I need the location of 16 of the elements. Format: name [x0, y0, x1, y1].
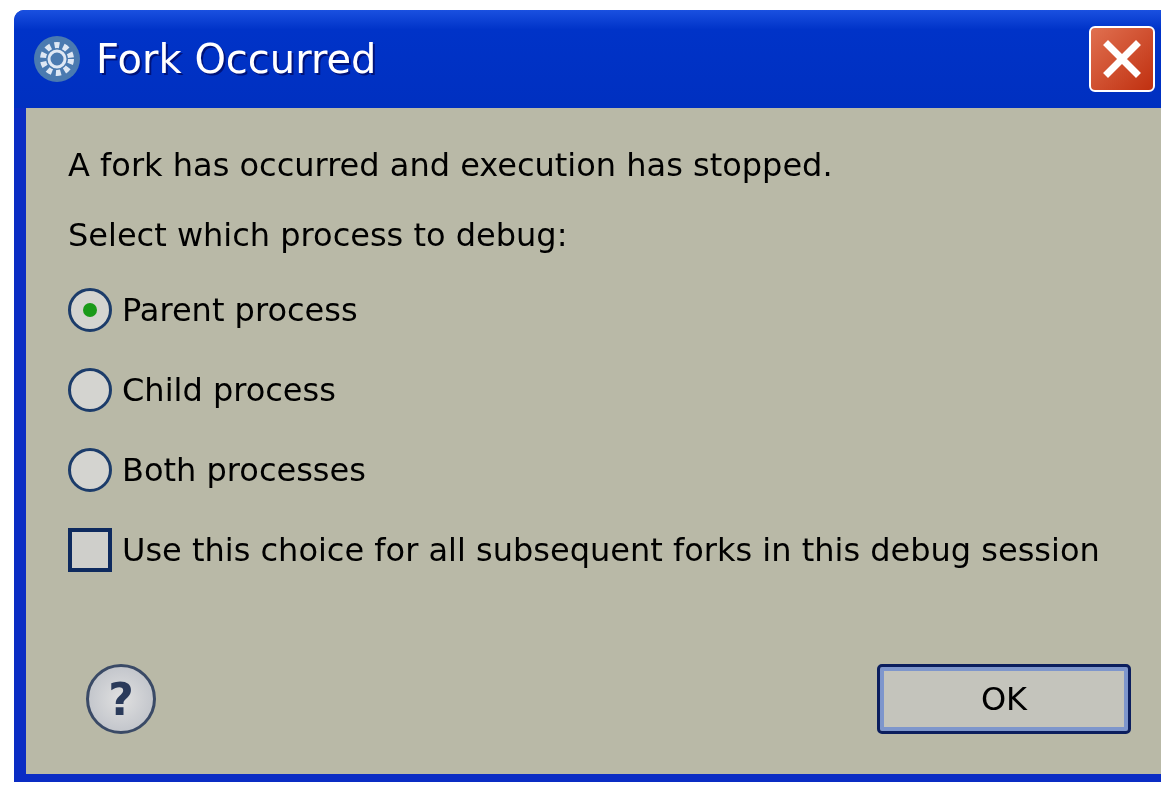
checkbox-label: Use this choice for all subsequent forks in this debug session: [122, 531, 1100, 569]
radio-button[interactable]: [68, 368, 112, 412]
gear-icon: [32, 34, 82, 84]
radio-label: Parent process: [122, 291, 358, 329]
ok-button[interactable]: OK: [877, 664, 1131, 734]
radio-label: Child process: [122, 371, 336, 409]
radio-button[interactable]: [68, 448, 112, 492]
window-title: Fork Occurred: [96, 36, 378, 82]
checkbox[interactable]: [68, 528, 112, 572]
message-text: A fork has occurred and execution has stopped.: [68, 146, 834, 184]
prompt-text: Select which process to debug:: [68, 216, 569, 254]
close-icon: [1102, 39, 1142, 79]
help-button[interactable]: ?: [86, 664, 156, 734]
radio-button[interactable]: [68, 288, 112, 332]
close-button[interactable]: [1089, 26, 1155, 92]
radio-label: Both processes: [122, 451, 366, 489]
